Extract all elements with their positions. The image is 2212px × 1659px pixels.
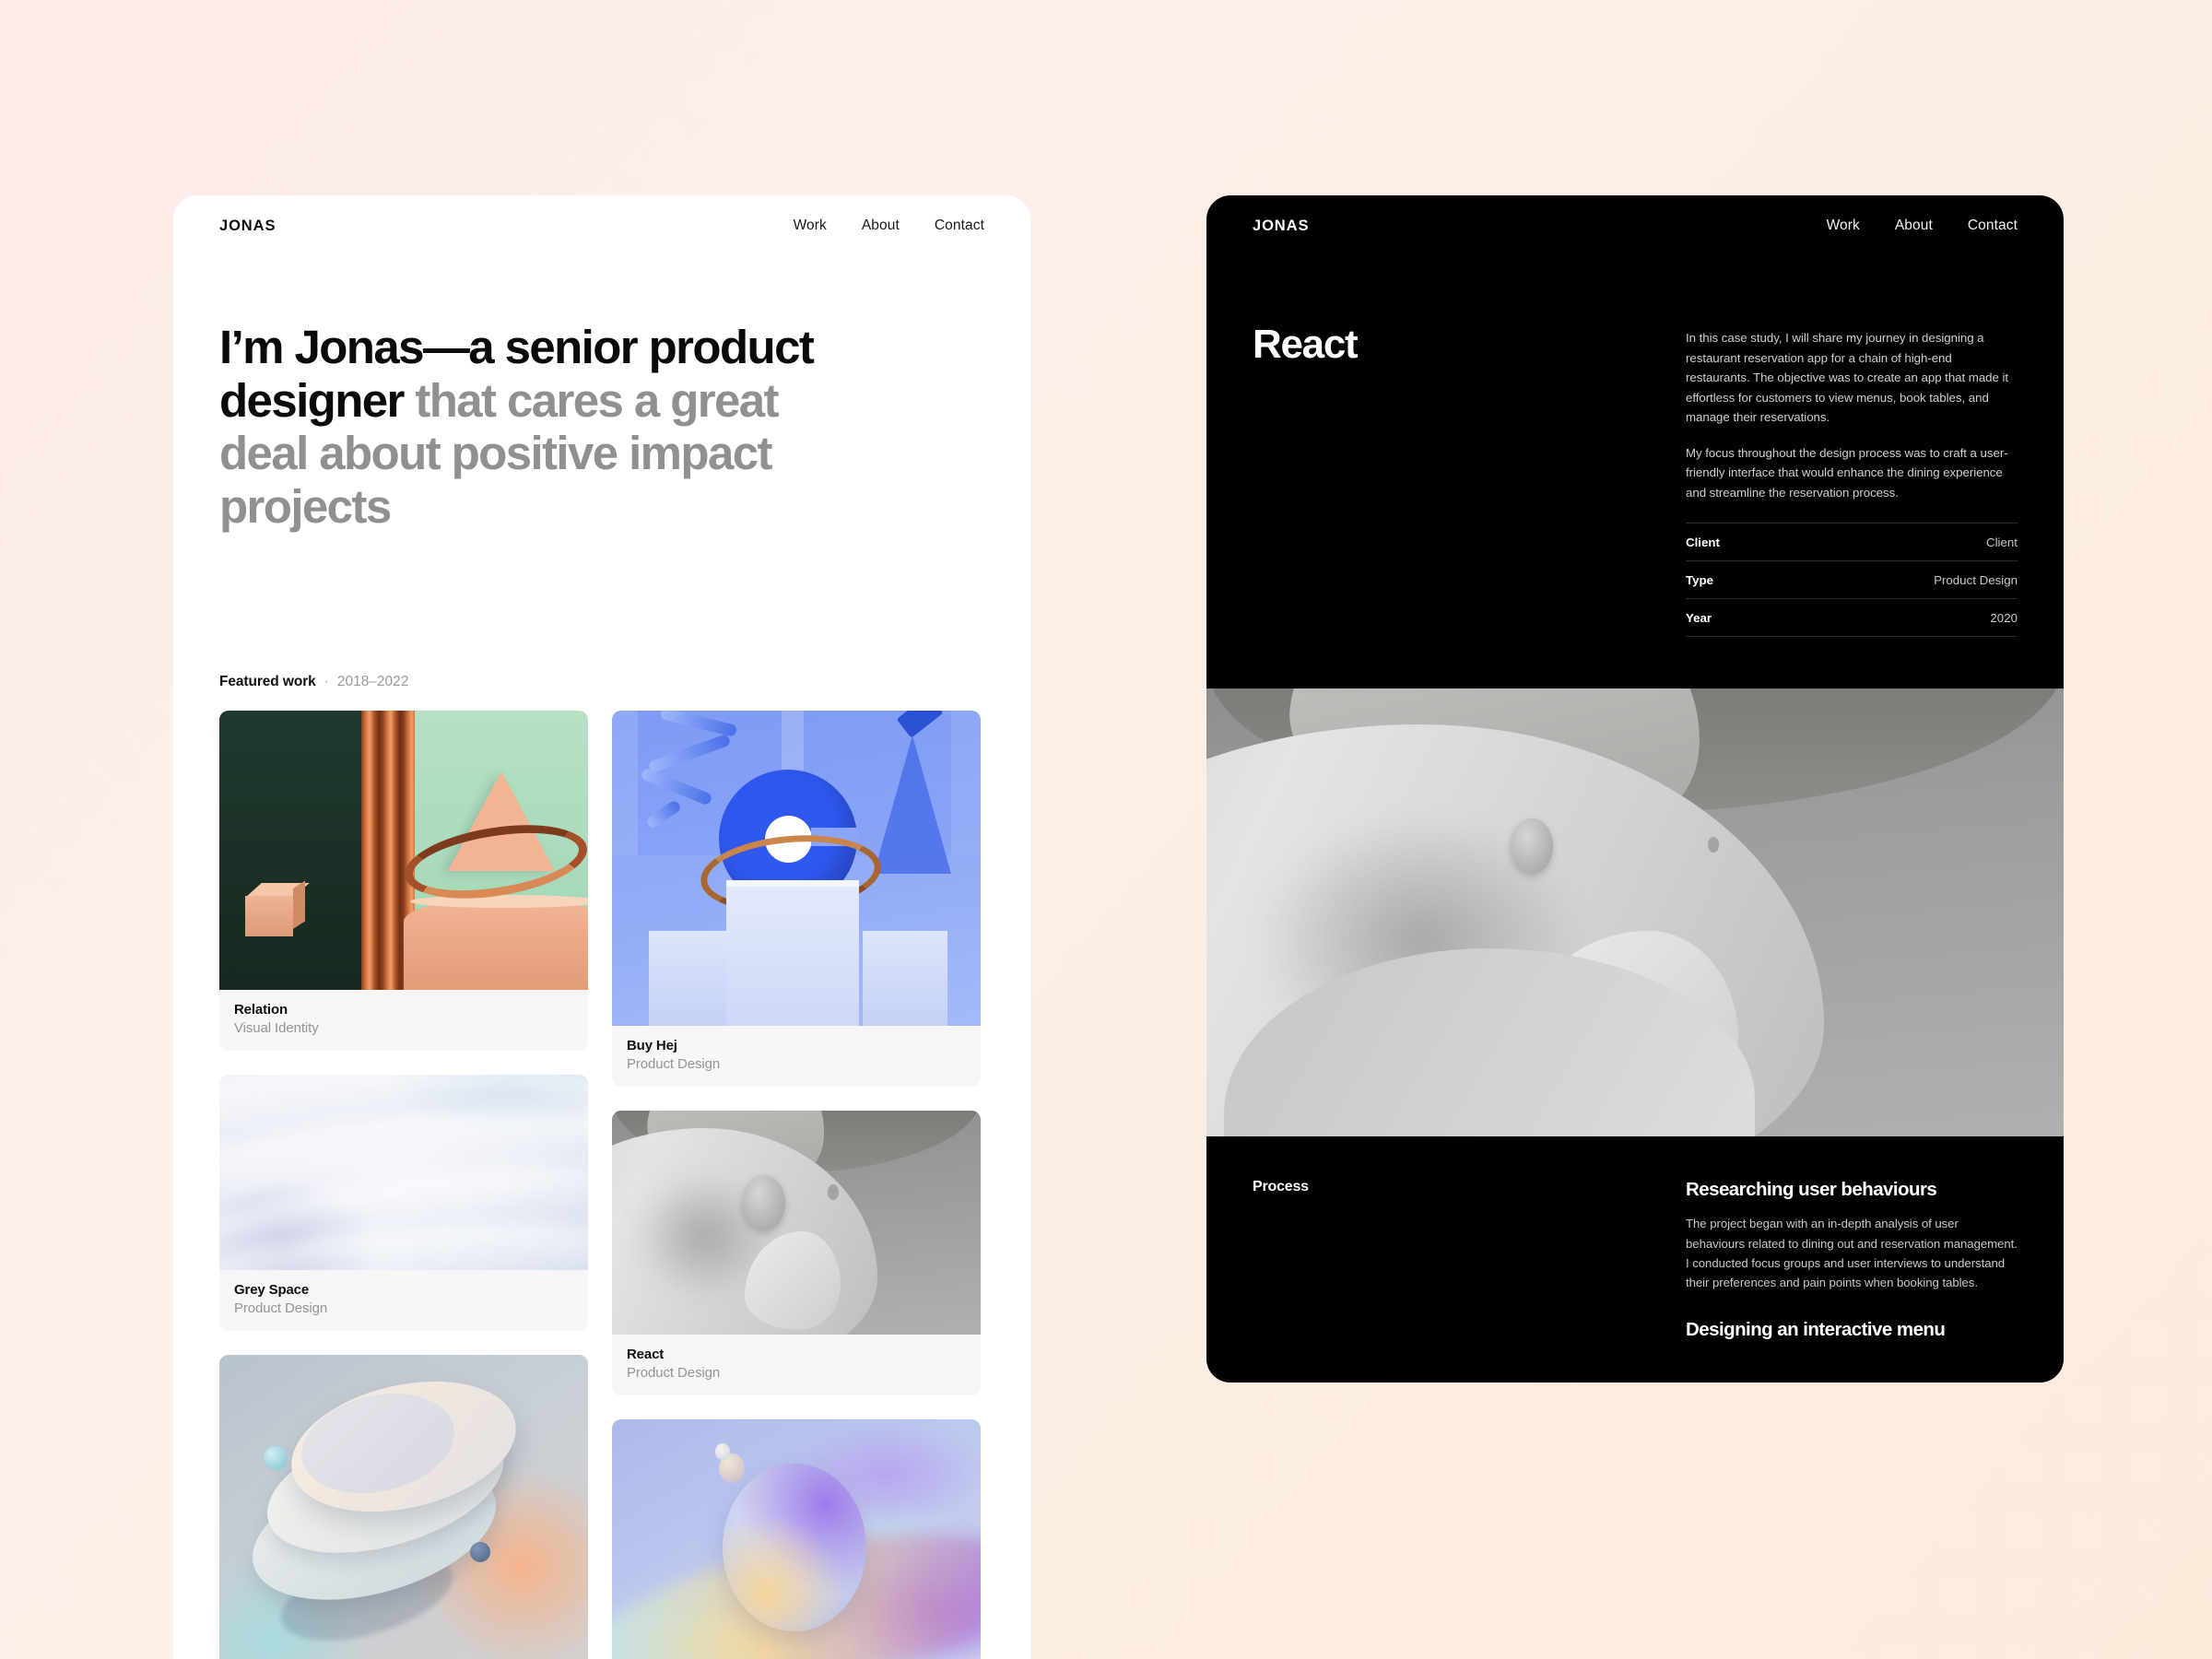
sculpture-bead-small [1708,836,1720,853]
case-study-paragraph-2: My focus throughout the design process w… [1686,445,2008,500]
work-card-title: Relation [234,1001,288,1018]
artwork-blue-band-left [612,710,638,855]
artwork-blue-bead [470,1542,490,1562]
case-study-top-nav: JONAS Work About Contact [1206,195,2064,256]
meta-key: Client [1686,535,1720,550]
work-card-buy-hej[interactable]: Buy Hej Product Design [612,710,981,1087]
artwork-sculpture-bead-small [828,1183,839,1200]
artwork-orb-main [723,1463,866,1631]
artwork-stacked-discs-gradient [219,1354,588,1659]
work-card-caption: Buy Hej Product Design [612,1025,981,1087]
artwork-orb-satellite-small [715,1443,730,1460]
artwork-sculpture-bead-large [743,1174,785,1230]
artwork-podium-center [726,880,859,1026]
brand-logo[interactable]: JONAS [219,218,276,235]
case-study-title: React [1253,322,1359,367]
artwork-blue-chip [896,710,944,738]
artwork-podium-left [649,930,730,1026]
artwork-green-copper-3d-scene [219,710,588,990]
work-card-caption: Relation Visual Identity [219,989,588,1051]
meta-key: Type [1686,573,1714,588]
case-study-panel: JONAS Work About Contact React In this c… [1206,195,2064,1382]
featured-work-label: Featured work · 2018–2022 [173,674,1030,690]
grid-column-right: Buy Hej Product Design React Product Des… [612,710,981,1659]
case-study-header: React In this case study, I will share m… [1206,256,2064,638]
case-study-meta-table: Client Client Type Product Design Year 2… [1686,523,2018,638]
meta-key: Year [1686,611,1712,626]
work-card-subtitle: Visual Identity [234,1019,319,1036]
artwork-iridescent-sphere [612,1418,981,1659]
work-card-relation[interactable]: Relation Visual Identity [219,710,588,1051]
work-card-title: Buy Hej [627,1037,677,1053]
artwork-teal-bead [264,1446,288,1471]
hero-section: I’m Jonas—a senior product designer that… [173,256,1030,534]
process-heading-2: Designing an interactive menu [1686,1318,1946,1340]
artwork-podium-right [863,930,947,1026]
work-card-caption: Grey Space Product Design [219,1269,588,1331]
work-card-caption: React Product Design [612,1334,981,1395]
artwork-blue-podium-3d-scene [612,710,981,1026]
work-card-title: React [627,1346,665,1362]
meta-value: Client [1986,535,2018,550]
nav-link-about[interactable]: About [1895,218,1933,234]
brand-logo[interactable]: JONAS [1253,218,1309,235]
work-card-grey-space[interactable]: Grey Space Product Design [219,1074,588,1331]
featured-work-title: Featured work [219,673,316,689]
nav-link-work[interactable]: Work [1827,218,1860,234]
process-content: Researching user behaviours The project … [1686,1179,2018,1351]
work-card-iridescent-sphere[interactable] [612,1418,981,1659]
artwork-dark-green-wall [219,710,367,990]
grid-column-left: Relation Visual Identity Grey Space Prod… [219,710,588,1659]
case-study-hero-image [1206,688,2064,1137]
hero-headline: I’m Jonas—a senior product designer that… [219,321,818,534]
sculpture-bead-large [1511,818,1554,875]
artwork-grey-sculpture-face [612,1110,981,1335]
process-heading-1: Researching user behaviours [1686,1179,1937,1201]
meta-row-client: Client Client [1686,523,2018,562]
nav-links: Work About Contact [1827,218,2018,234]
case-study-intro: In this case study, I will share my jour… [1686,324,2018,638]
meta-value: Product Design [1934,573,2018,588]
work-card-subtitle: Product Design [627,1364,721,1381]
meta-row-year: Year 2020 [1686,599,2018,638]
work-card-stacked-discs[interactable] [219,1354,588,1659]
meta-row-type: Type Product Design [1686,561,2018,600]
nav-link-work[interactable]: Work [794,218,827,234]
portfolio-home-panel: JONAS Work About Contact I’m Jonas—a sen… [173,195,1030,1659]
nav-link-contact[interactable]: Contact [1968,218,2018,234]
work-card-react[interactable]: React Product Design [612,1110,981,1395]
featured-work-years: 2018–2022 [336,673,409,689]
process-paragraph-1: The project began with an in-depth analy… [1686,1217,2018,1290]
meta-value: 2020 [1990,611,2018,626]
work-card-title: Grey Space [234,1281,310,1298]
artwork-silky-waves [219,1074,588,1270]
featured-work-separator: · [324,673,329,689]
featured-work-grid: Relation Visual Identity Grey Space Prod… [173,690,1030,1659]
nav-link-contact[interactable]: Contact [935,218,984,234]
artwork-blue-cone [874,735,951,874]
work-card-subtitle: Product Design [627,1055,721,1072]
nav-link-about[interactable]: About [862,218,900,234]
artwork-blue-band-right [951,710,981,855]
artwork-peach-cylinder-podium [404,894,588,990]
case-study-process-section: Process Researching user behaviours The … [1206,1136,2064,1382]
home-top-nav: JONAS Work About Contact [173,195,1030,256]
nav-links: Work About Contact [794,218,984,234]
process-label: Process [1253,1179,1309,1195]
work-card-subtitle: Product Design [234,1300,328,1316]
case-study-paragraph-1: In this case study, I will share my jour… [1686,331,2009,425]
artwork-peach-cube [245,880,310,937]
